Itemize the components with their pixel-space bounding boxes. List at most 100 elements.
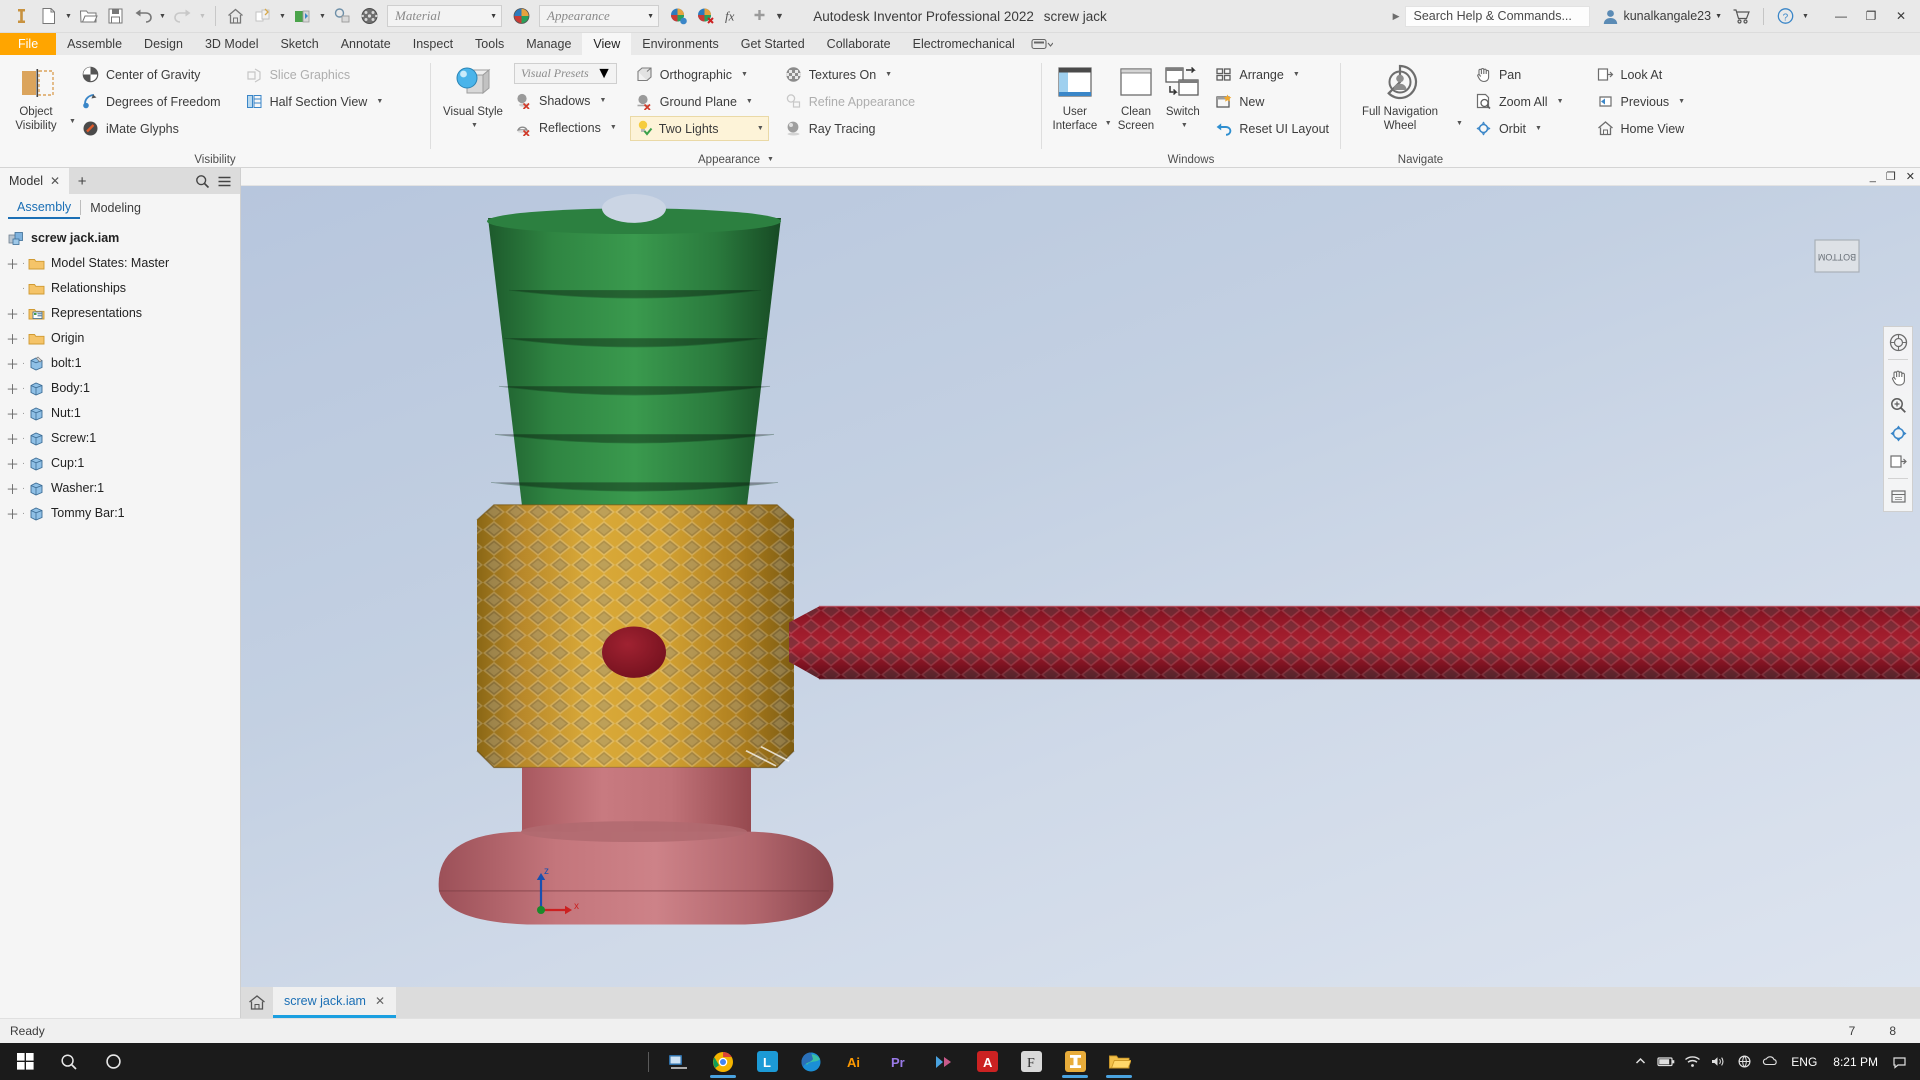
tab-sketch[interactable]: Sketch	[269, 33, 329, 55]
visual-style-dropdown-caret[interactable]: ▼	[446, 119, 503, 133]
ground-plane-button[interactable]: Ground Plane ▼	[630, 89, 769, 114]
orbit-dropdown-caret[interactable]: ▼	[1535, 125, 1542, 132]
graphics-restore-button[interactable]: ❐	[1886, 170, 1896, 183]
tab-assemble[interactable]: Assemble	[56, 33, 133, 55]
premiere-icon[interactable]: Pr	[877, 1043, 921, 1080]
edge-icon[interactable]	[789, 1043, 833, 1080]
arrange-button[interactable]: Arrange ▼	[1209, 62, 1334, 87]
shadows-button[interactable]: Shadows ▼	[509, 88, 622, 113]
object-visibility-dropdown-caret[interactable]: ▼	[69, 118, 76, 125]
two-lights-button[interactable]: Two Lights ▼	[629, 116, 769, 141]
battery-icon[interactable]	[1653, 1043, 1679, 1080]
search-input[interactable]: Search Help & Commands...	[1405, 5, 1591, 27]
3d-viewport[interactable]: BOTTOM z x	[241, 186, 1920, 987]
degrees-of-freedom-button[interactable]: Degrees of Freedom	[76, 89, 226, 114]
inventor-taskbar-icon[interactable]	[1053, 1043, 1097, 1080]
qat-overflow-caret[interactable]: ▼	[773, 3, 786, 30]
ground-plane-dropdown-caret[interactable]: ▼	[746, 98, 753, 105]
material-sphere-icon[interactable]	[356, 3, 383, 30]
inventor-logo-icon[interactable]	[8, 3, 35, 30]
previous-view-dropdown-caret[interactable]: ▼	[1678, 98, 1685, 105]
orthographic-button[interactable]: Orthographic ▼	[630, 62, 769, 87]
open-folder-icon[interactable]	[75, 3, 102, 30]
tree-item-representations[interactable]: ＋ · Representations	[0, 301, 240, 326]
close-icon[interactable]: ✕	[375, 994, 385, 1008]
tree-item-screw[interactable]: ＋ · Screw:1	[0, 426, 240, 451]
user-interface-dropdown-caret[interactable]: ▼	[1105, 120, 1112, 127]
tab-collaborate[interactable]: Collaborate	[816, 33, 902, 55]
zoom-nav-icon[interactable]	[1887, 394, 1909, 416]
orthographic-dropdown-caret[interactable]: ▼	[741, 71, 748, 78]
tab-tools[interactable]: Tools	[464, 33, 515, 55]
expand-icon[interactable]: ＋	[5, 454, 20, 473]
wifi-icon[interactable]	[1679, 1043, 1705, 1080]
tree-item-relationships[interactable]: · Relationships	[0, 276, 240, 301]
close-button[interactable]: ✕	[1886, 4, 1916, 28]
clear-appearance-icon[interactable]	[692, 3, 719, 30]
return-icon[interactable]	[249, 3, 276, 30]
reflections-button[interactable]: Reflections ▼	[509, 115, 622, 140]
graphics-minimize-button[interactable]: _	[1870, 171, 1876, 183]
clock-time[interactable]: 8:21 PM	[1825, 1055, 1886, 1069]
document-tab-screw-jack[interactable]: screw jack.iam ✕	[273, 987, 397, 1018]
adjust-appearance-icon[interactable]	[665, 3, 692, 30]
look-at-button[interactable]: Look At	[1591, 62, 1691, 87]
zoom-all-button[interactable]: Zoom All ▼	[1469, 89, 1569, 114]
pan-button[interactable]: Pan	[1469, 62, 1569, 87]
browser-menu-icon[interactable]	[214, 170, 234, 192]
expand-icon[interactable]: ＋	[5, 429, 20, 448]
minimize-button[interactable]: —	[1826, 4, 1856, 28]
home-tab-icon[interactable]	[241, 987, 273, 1018]
show-hidden-icons-icon[interactable]	[1627, 1043, 1653, 1080]
textures-on-button[interactable]: Textures On ▼	[779, 62, 920, 87]
new-window-button[interactable]: New	[1209, 89, 1334, 114]
search-icon[interactable]	[192, 170, 212, 192]
volume-icon[interactable]	[1705, 1043, 1731, 1080]
tab-annotate[interactable]: Annotate	[330, 33, 402, 55]
select-icon[interactable]	[329, 3, 356, 30]
full-navigation-wheel-nav-icon[interactable]	[1887, 331, 1909, 353]
tree-item-washer[interactable]: ＋ · Washer:1	[0, 476, 240, 501]
pan-nav-icon[interactable]	[1887, 366, 1909, 388]
appearance-sphere-icon[interactable]	[508, 3, 535, 30]
font-icon[interactable]: F	[1009, 1043, 1053, 1080]
search-expand-icon[interactable]: ▶	[1393, 11, 1400, 22]
shadows-dropdown-caret[interactable]: ▼	[599, 97, 606, 104]
center-of-gravity-button[interactable]: Center of Gravity	[76, 62, 226, 87]
reset-ui-layout-button[interactable]: Reset UI Layout	[1209, 116, 1334, 141]
cart-icon[interactable]	[1728, 3, 1755, 30]
taskbar-search-icon[interactable]	[47, 1043, 91, 1080]
tree-item-tommy-bar[interactable]: ＋ · Tommy Bar:1	[0, 501, 240, 526]
full-navigation-wheel-dropdown-caret[interactable]: ▼	[1456, 120, 1463, 127]
chrome-icon[interactable]	[701, 1043, 745, 1080]
update-dropdown-caret[interactable]: ▼	[316, 3, 329, 30]
visual-style-button[interactable]: Visual Style ▼	[437, 61, 509, 133]
media-icon[interactable]	[921, 1043, 965, 1080]
tree-item-bolt[interactable]: ＋ · bolt:1	[0, 351, 240, 376]
previous-view-button[interactable]: Previous ▼	[1591, 89, 1691, 114]
expand-icon[interactable]: ＋	[5, 504, 20, 523]
tab-view[interactable]: View	[582, 33, 632, 55]
switch-windows-dropdown-caret[interactable]: ▼	[1169, 119, 1200, 133]
clean-screen-button[interactable]: Clean Screen	[1112, 61, 1161, 133]
tab-inspect[interactable]: Inspect	[402, 33, 464, 55]
tree-item-nut[interactable]: ＋ · Nut:1	[0, 401, 240, 426]
user-interface-button[interactable]: User Interface	[1048, 61, 1102, 133]
windows-start-icon[interactable]	[3, 1043, 47, 1080]
close-icon[interactable]: ✕	[50, 174, 60, 188]
save-icon[interactable]	[102, 3, 129, 30]
illustrator-icon[interactable]: Ai	[833, 1043, 877, 1080]
acrobat-icon[interactable]: A	[965, 1043, 1009, 1080]
orbit-button[interactable]: Orbit ▼	[1469, 116, 1569, 141]
screw-jack-model[interactable]	[241, 186, 1920, 987]
imate-glyphs-button[interactable]: iMate Glyphs	[76, 116, 226, 141]
undo-dropdown-caret[interactable]: ▼	[156, 3, 169, 30]
add-to-qat-icon[interactable]	[746, 3, 773, 30]
redo-icon[interactable]	[169, 3, 196, 30]
arrange-dropdown-caret[interactable]: ▼	[1293, 71, 1300, 78]
reflections-dropdown-caret[interactable]: ▼	[610, 124, 617, 131]
new-file-icon[interactable]	[35, 3, 62, 30]
appearance-group-expand-caret[interactable]: ▼	[767, 156, 774, 163]
tab-file[interactable]: File	[0, 33, 57, 55]
tree-item-body[interactable]: ＋ · Body:1	[0, 376, 240, 401]
